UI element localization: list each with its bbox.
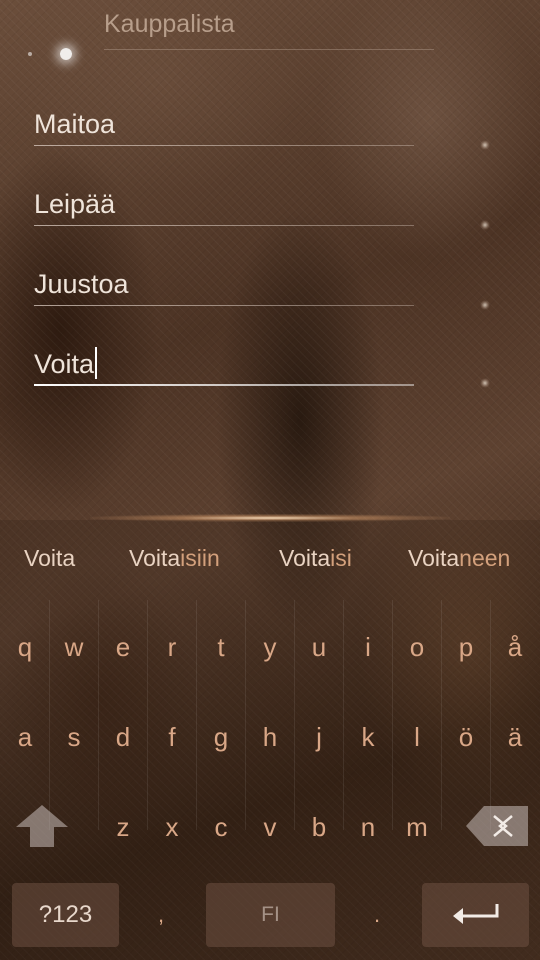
enter-key[interactable] [422, 883, 529, 947]
key-b[interactable]: b [296, 812, 342, 843]
list-item-field[interactable]: Maitoa [34, 106, 414, 146]
key-e[interactable]: e [100, 632, 146, 663]
key-g[interactable]: g [198, 722, 244, 753]
key-w[interactable]: w [51, 632, 97, 663]
shift-arrow-icon [16, 805, 68, 847]
key-z[interactable]: z [100, 812, 146, 843]
shift-key[interactable] [14, 803, 70, 849]
page-indicator-dots [22, 42, 92, 66]
remove-item-icon[interactable] [480, 378, 490, 388]
backspace-icon [466, 806, 528, 846]
list-item-text: Voita [34, 349, 95, 379]
list-item-text: Juustoa [34, 269, 129, 299]
key-l[interactable]: l [394, 722, 440, 753]
key-h[interactable]: h [247, 722, 293, 753]
key-n[interactable]: n [345, 812, 391, 843]
prediction-item[interactable]: Voitaisi [279, 545, 352, 572]
list-item-text: Leipää [34, 189, 116, 219]
key-a-umlaut[interactable]: ä [492, 722, 538, 753]
key-u[interactable]: u [296, 632, 342, 663]
key-k[interactable]: k [345, 722, 391, 753]
prediction-item[interactable]: Voitaneen [408, 545, 510, 572]
field-underline [34, 145, 414, 146]
key-i[interactable]: i [345, 632, 391, 663]
list-item-field-active[interactable]: Voita [34, 346, 414, 386]
key-a[interactable]: a [2, 722, 48, 753]
field-underline [34, 384, 414, 386]
field-underline [34, 225, 414, 226]
key-m[interactable]: m [394, 812, 440, 843]
key-q[interactable]: q [2, 632, 48, 663]
prediction-item[interactable]: Voita [24, 545, 75, 572]
key-y[interactable]: y [247, 632, 293, 663]
enter-icon [452, 904, 498, 924]
list-item-text: Maitoa [34, 109, 116, 139]
key-x[interactable]: x [149, 812, 195, 843]
key-d[interactable]: d [100, 722, 146, 753]
remove-item-icon[interactable] [480, 140, 490, 150]
key-p[interactable]: p [443, 632, 489, 663]
remove-item-icon[interactable] [480, 220, 490, 230]
field-underline [34, 305, 414, 306]
prediction-item[interactable]: Voitaisiin [129, 545, 220, 572]
spacebar-language-key[interactable]: FI [206, 883, 335, 947]
key-o-umlaut[interactable]: ö [443, 722, 489, 753]
key-v[interactable]: v [247, 812, 293, 843]
list-item-field[interactable]: Juustoa [34, 266, 414, 306]
page-title: Kauppalista [104, 10, 434, 50]
key-o[interactable]: o [394, 632, 440, 663]
key-r[interactable]: r [149, 632, 195, 663]
backspace-key[interactable] [466, 806, 528, 846]
key-f[interactable]: f [149, 722, 195, 753]
key-c[interactable]: c [198, 812, 244, 843]
period-key[interactable]: . [374, 902, 380, 928]
key-a-ring[interactable]: å [492, 632, 538, 663]
remove-item-icon[interactable] [480, 300, 490, 310]
key-t[interactable]: t [198, 632, 244, 663]
symbols-key[interactable]: ?123 [12, 883, 119, 947]
key-s[interactable]: s [51, 722, 97, 753]
comma-key[interactable]: , [158, 902, 164, 928]
key-j[interactable]: j [296, 722, 342, 753]
list-item-field[interactable]: Leipää [34, 186, 414, 226]
text-cursor [95, 347, 98, 379]
